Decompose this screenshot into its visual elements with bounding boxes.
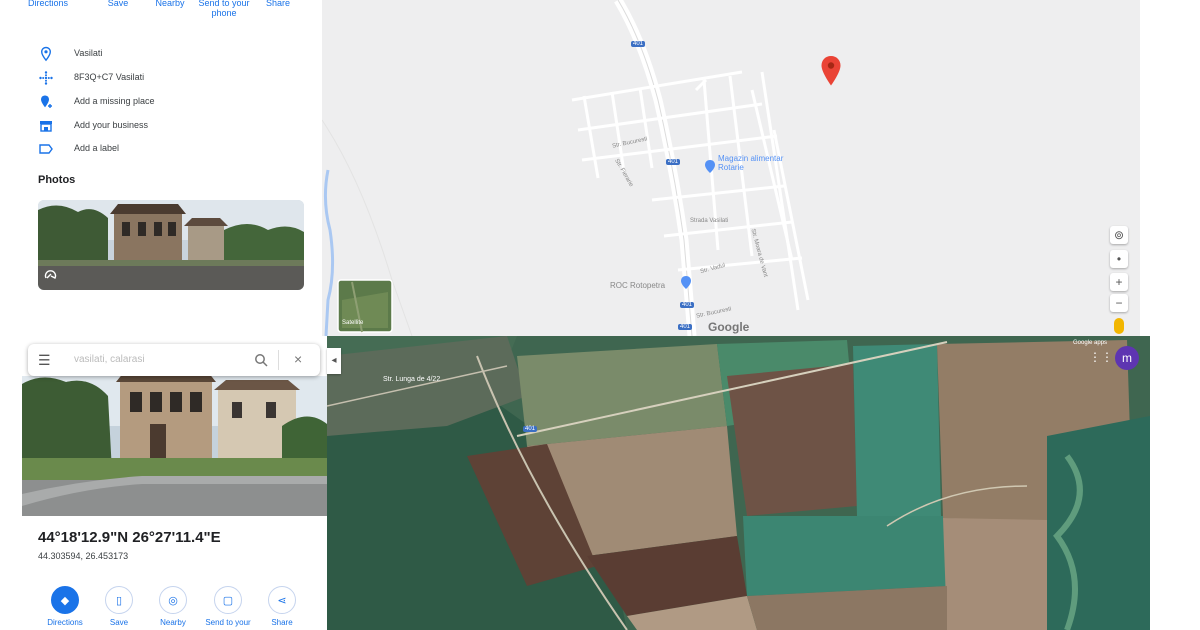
share-button[interactable]: ⋖ Share: [257, 586, 307, 627]
collapse-panel-button[interactable]: ◂: [327, 348, 341, 374]
add-label-row[interactable]: Add a label: [24, 141, 314, 159]
send-to-phone-button[interactable]: ▢ Send to your: [203, 586, 253, 627]
share-label: Share: [271, 618, 293, 627]
blank-margin: [1140, 0, 1200, 336]
plus-code-text: 8F3Q+C7 Vasilati: [74, 72, 145, 82]
apps-label[interactable]: Google apps: [1073, 340, 1107, 346]
plus-code-row[interactable]: 8F3Q+C7 Vasilati: [24, 70, 314, 88]
business-icon: [40, 121, 52, 132]
search-input[interactable]: vasilati, calarasi: [74, 354, 145, 365]
street-view-photo[interactable]: [38, 200, 304, 290]
layers-icon[interactable]: ⊚: [1110, 226, 1128, 244]
save-label: Save: [109, 618, 129, 627]
add-label-text: Add a label: [74, 143, 120, 153]
search-bar: ☰ vasilati, calarasi ×: [28, 344, 320, 376]
road-shield: 401: [666, 159, 681, 165]
send-to-phone-label: Send to your: [205, 618, 251, 627]
poi-label[interactable]: Magazin alimentar Rotarie: [718, 154, 798, 172]
coordinates-decimal: 44.303594, 26.453173: [38, 551, 129, 561]
pegman-icon[interactable]: [1114, 318, 1124, 334]
directions-label: Directions: [47, 618, 83, 627]
add-business-text: Add your business: [74, 120, 149, 130]
address-text: Vasilati: [74, 48, 103, 58]
roadmap-view[interactable]: 401 401 401 401 Str. Bucuresti Str. Fier…: [322, 0, 1140, 336]
street-view-photo[interactable]: [22, 376, 327, 516]
satellite-toggle-label[interactable]: Satellite: [342, 320, 363, 326]
nearby-button[interactable]: Nearby: [142, 0, 198, 8]
road-shield: 401: [678, 324, 693, 330]
satellite-view[interactable]: Str. Lunga de 4/22 401 ⋮⋮⋮ Google apps m: [327, 336, 1150, 630]
menu-icon[interactable]: ☰: [38, 352, 51, 369]
phone-icon: ▢: [214, 586, 242, 614]
save-button[interactable]: ▯ Save: [94, 586, 144, 627]
action-bar: Directions Save Nearby Send to your phon…: [24, 0, 322, 28]
street-view-image: [22, 376, 327, 516]
google-logo: Google: [708, 320, 750, 334]
search-icon[interactable]: [254, 353, 268, 367]
save-button[interactable]: Save: [90, 0, 146, 8]
add-missing-place-row[interactable]: Add a missing place: [24, 94, 314, 112]
bookmark-icon: ▯: [105, 586, 133, 614]
directions-button[interactable]: Directions: [24, 0, 76, 8]
coordinates-panel: ☰ vasilati, calarasi × 44°18'12.9"N 26°2…: [22, 336, 327, 630]
share-icon: ⋖: [268, 586, 296, 614]
directions-button[interactable]: ◆ Directions: [40, 586, 90, 627]
share-button[interactable]: Share: [250, 0, 306, 8]
zoom-in-button[interactable]: +: [1110, 273, 1128, 291]
road-shield: 401: [631, 41, 646, 47]
blank-margin: [1150, 336, 1200, 630]
coordinates-title: 44°18'12.9"N 26°27'11.4"E: [38, 529, 221, 546]
plus-code-icon: [39, 71, 53, 85]
village-label: Str. Lunga de 4/22: [383, 376, 441, 383]
add-place-icon: [41, 95, 52, 108]
nearby-icon: ◎: [159, 586, 187, 614]
zoom-out-button[interactable]: −: [1110, 294, 1128, 312]
street-label: Strada Vasilati: [690, 218, 729, 224]
nearby-label: Nearby: [160, 618, 186, 627]
road-shield: 401: [523, 426, 538, 432]
nearby-button[interactable]: ◎ Nearby: [148, 586, 198, 627]
directions-icon: ◆: [51, 586, 79, 614]
street-view-image: [38, 200, 304, 290]
add-business-row[interactable]: Add your business: [24, 118, 314, 136]
add-missing-place-text: Add a missing place: [74, 96, 155, 106]
my-location-icon[interactable]: •: [1110, 250, 1128, 268]
road-shield: 401: [680, 302, 695, 308]
satellite-canvas: [327, 336, 1150, 630]
account-avatar[interactable]: m: [1115, 346, 1139, 370]
search-divider: [278, 350, 279, 370]
poi-label[interactable]: ROC Rotopetra: [610, 281, 665, 290]
location-pin-icon: [40, 46, 52, 62]
clear-search-icon[interactable]: ×: [294, 351, 302, 367]
label-icon: [39, 144, 53, 154]
send-to-phone-button[interactable]: Send to your phone: [196, 0, 252, 18]
photos-heading: Photos: [38, 174, 76, 186]
place-details-panel: Directions Save Nearby Send to your phon…: [24, 0, 322, 336]
address-row[interactable]: Vasilati: [24, 46, 314, 64]
